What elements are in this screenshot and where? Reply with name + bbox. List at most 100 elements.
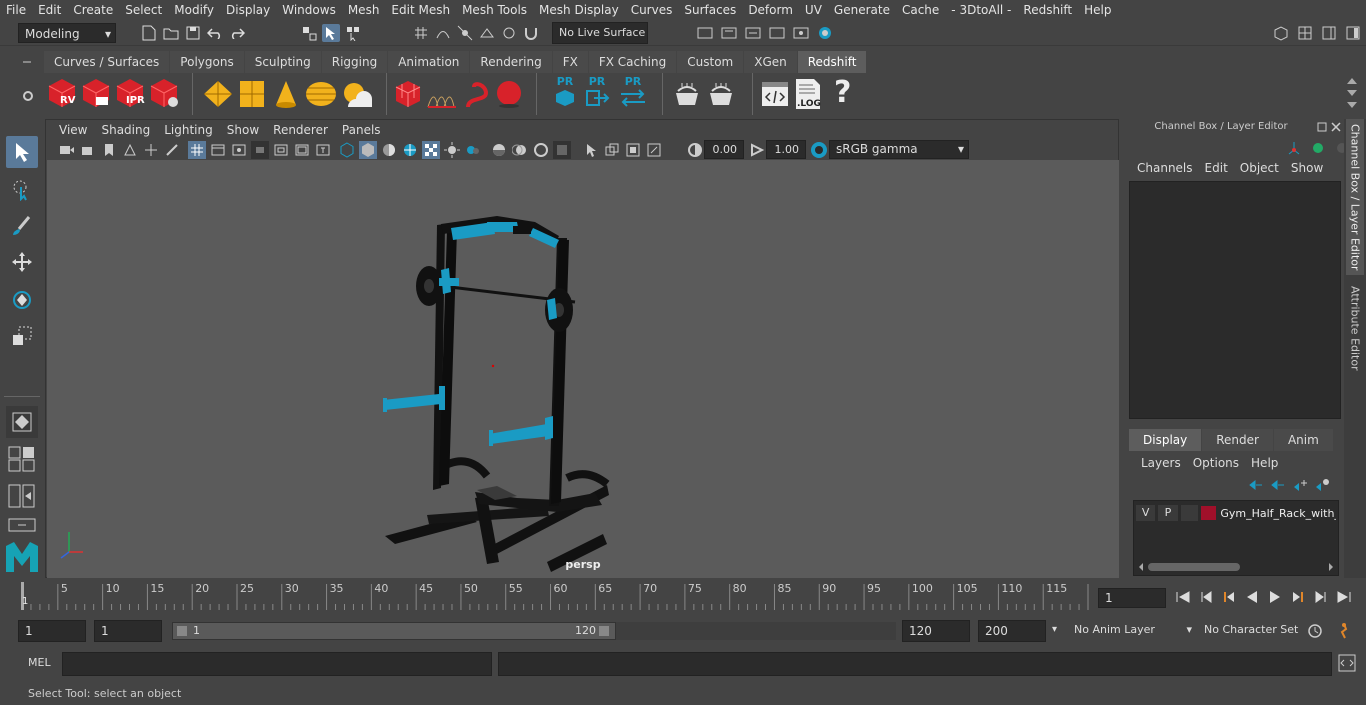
move-layer-up-icon[interactable] [1247, 476, 1265, 494]
safe-title-icon[interactable] [314, 141, 332, 159]
gamma-icon[interactable] [748, 141, 766, 162]
layout-split-icon[interactable] [8, 484, 36, 511]
colorspace-dropdown[interactable]: sRGB gamma ▾ [829, 140, 969, 159]
render-view-icon[interactable] [696, 24, 714, 42]
hierarchy-select-icon[interactable] [300, 24, 318, 42]
anti-aliasing-icon[interactable] [532, 141, 550, 159]
rs-bake-options-button[interactable] [704, 81, 738, 112]
snap-live-icon[interactable] [500, 24, 518, 42]
chevron-down-icon[interactable]: ▾ [1052, 624, 1057, 635]
rs-render-sequence-button[interactable] [80, 77, 112, 112]
menu-3dtoall[interactable]: - 3DtoAll - [945, 0, 1017, 20]
tab-custom[interactable]: Custom [677, 51, 744, 73]
3d-viewport[interactable]: persp [47, 160, 1119, 578]
layer-visibility-toggle[interactable]: V [1136, 505, 1156, 521]
close-panel-icon[interactable] [1331, 121, 1341, 135]
menu-help[interactable]: Help [1078, 0, 1117, 20]
float-panel-icon[interactable] [1317, 121, 1327, 135]
resolution-gate-icon[interactable] [230, 141, 248, 159]
channel-list[interactable] [1129, 181, 1341, 419]
frame-all-icon[interactable] [645, 141, 663, 159]
channel-menu-object[interactable]: Object [1234, 161, 1285, 175]
new-scene-icon[interactable] [140, 24, 158, 42]
viewport-menu-view[interactable]: View [52, 123, 94, 137]
tab-curves-surfaces[interactable]: Curves / Surfaces [44, 51, 170, 73]
range-track[interactable] [616, 622, 896, 640]
channel-menu-edit[interactable]: Edit [1199, 161, 1234, 175]
viewport-menu-lighting[interactable]: Lighting [157, 123, 220, 137]
paint-select-tool-icon[interactable] [6, 210, 38, 242]
channel-menu-channels[interactable]: Channels [1131, 161, 1199, 175]
range-end-handle[interactable] [599, 626, 609, 636]
wireframe-on-shaded-icon[interactable] [401, 141, 419, 159]
rs-help-button[interactable]: ? [834, 75, 851, 110]
new-layer-icon[interactable] [1291, 476, 1309, 494]
bookmark-icon[interactable] [100, 141, 118, 159]
play-backwards-icon[interactable] [1243, 588, 1261, 606]
lights-icon[interactable] [443, 141, 461, 159]
rs-ipr-button[interactable]: IPR [114, 77, 146, 112]
isolate-select-icon[interactable] [582, 141, 600, 159]
object-select-icon[interactable] [322, 24, 340, 42]
menu-create[interactable]: Create [67, 0, 119, 20]
tab-xgen[interactable]: XGen [744, 51, 797, 73]
auto-key-icon[interactable] [1306, 622, 1324, 643]
workspace-layout-icon[interactable] [1296, 24, 1314, 42]
save-scene-icon[interactable] [184, 24, 202, 42]
tab-display[interactable]: Display [1129, 429, 1202, 451]
lasso-tool-icon[interactable] [6, 174, 38, 206]
move-tool-icon[interactable] [6, 246, 38, 278]
live-surface-field[interactable]: No Live Surface [552, 22, 648, 44]
shelf-scroll[interactable] [1346, 76, 1358, 110]
film-gate-icon[interactable] [209, 141, 227, 159]
step-forward-key-icon[interactable] [1289, 588, 1307, 606]
tab-fx[interactable]: FX [552, 51, 588, 73]
xray-joints-icon[interactable] [603, 141, 621, 159]
menu-windows[interactable]: Windows [276, 0, 342, 20]
smooth-shade-icon[interactable] [359, 141, 377, 159]
snap-magnet-icon[interactable] [522, 24, 540, 42]
mode-dropdown[interactable]: Modeling ▾ [18, 23, 116, 43]
snap-point-icon[interactable] [456, 24, 474, 42]
layer-scrollbar[interactable] [1136, 561, 1336, 573]
workspace-cube-icon[interactable] [1272, 24, 1290, 42]
go-to-end-icon[interactable] [1335, 588, 1353, 606]
viewport-menu-renderer[interactable]: Renderer [266, 123, 335, 137]
layer-row[interactable]: V P Gym_Half_Rack_with_E [1136, 503, 1336, 523]
animation-end-field[interactable]: 200 [978, 620, 1046, 642]
rs-render-view-button[interactable]: RV [46, 77, 78, 112]
last-tool-icon[interactable] [6, 406, 38, 438]
snap-curve-icon[interactable] [434, 24, 452, 42]
step-forward-icon[interactable] [1312, 588, 1330, 606]
layout-quad-icon[interactable] [8, 446, 36, 475]
menu-surfaces[interactable]: Surfaces [678, 0, 742, 20]
animation-start-field[interactable]: 1 [18, 620, 86, 642]
select-tool-icon[interactable] [6, 136, 38, 168]
playback-start-field[interactable]: 1 [94, 620, 162, 642]
x-ray-icon[interactable] [422, 141, 440, 159]
open-scene-icon[interactable] [162, 24, 180, 42]
tab-rendering[interactable]: Rendering [470, 51, 552, 73]
tab-fx-caching[interactable]: FX Caching [588, 51, 677, 73]
tab-sculpting[interactable]: Sculpting [244, 51, 321, 73]
safe-action-icon[interactable] [293, 141, 311, 159]
shelf-gear-icon[interactable] [22, 90, 34, 102]
layer-menu-layers[interactable]: Layers [1135, 456, 1187, 470]
menu-mesh-tools[interactable]: Mesh Tools [456, 0, 533, 20]
playback-end-field[interactable]: 120 [902, 620, 970, 642]
anim-layer-dropdown[interactable]: No Anim Layer ▾ [1068, 620, 1194, 642]
undo-icon[interactable] [206, 24, 224, 42]
image-plane-icon[interactable] [121, 141, 139, 159]
field-chart-icon[interactable] [272, 141, 290, 159]
script-language-toggle[interactable]: MEL [28, 656, 51, 669]
gamma-field[interactable]: 1.00 [766, 140, 806, 159]
command-input[interactable] [62, 652, 492, 676]
menu-edit-mesh[interactable]: Edit Mesh [385, 0, 456, 20]
go-to-start-icon[interactable] [1174, 588, 1192, 606]
rs-pr-swap-button[interactable]: PR [618, 75, 648, 111]
shelf-menu-icon[interactable] [22, 56, 32, 68]
layer-color-swatch[interactable] [1200, 506, 1217, 520]
tab-polygons[interactable]: Polygons [170, 51, 244, 73]
viewport-menu-panels[interactable]: Panels [335, 123, 388, 137]
rs-curve-button[interactable] [462, 79, 492, 112]
